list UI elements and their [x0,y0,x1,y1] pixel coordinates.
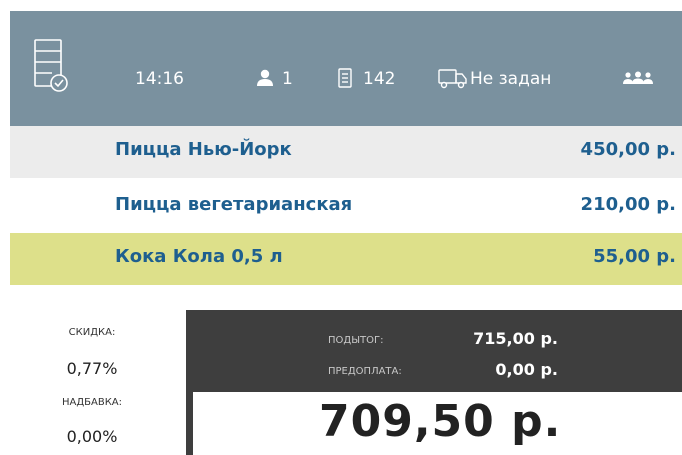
guest-count[interactable]: 1 [282,68,293,90]
item-name: Кока Кола 0,5 л [115,246,283,267]
subtotal-value: 715,00 р. [473,329,558,348]
surcharge-value[interactable]: 0,00% [10,427,174,446]
discount-panel[interactable]: СКИДКА: 0,77% НАДБАВКА: 0,00% [10,317,186,455]
discount-label: СКИДКА: [68,327,116,338]
subtotal-label: ПОДЫТОГ: [328,335,384,346]
item-price: 450,00 р. [580,139,676,160]
list-item-selected[interactable]: Кока Кола 0,5 л 55,00 р. [10,233,682,285]
item-price: 210,00 р. [580,194,676,215]
total-amount: 709,50 р. [319,396,562,447]
prepayment-value: 0,00 р. [495,360,558,379]
item-name: Пицца Нью-Йорк [115,139,292,160]
order-check-icon[interactable] [34,39,68,93]
total-box: 709,50 р. [193,392,682,455]
surcharge-label: НАДБАВКА: [61,397,123,408]
receipt-icon [338,68,352,88]
item-price: 55,00 р. [593,246,676,267]
order-number: 142 [363,69,396,89]
time-label: 14:16 [135,69,184,89]
list-item[interactable]: Пицца вегетарианская 210,00 р. [10,181,682,233]
group-icon[interactable] [623,71,653,85]
order-header: 14:16 1 142 Не задан [10,11,682,126]
item-name: Пицца вегетарианская [115,194,353,215]
person-icon [257,69,273,86]
truck-icon [438,69,467,89]
delivery-status[interactable]: Не задан [470,68,551,90]
discount-value[interactable]: 0,77% [10,359,174,378]
prepayment-label: ПРЕДОПЛАТА: [328,366,402,377]
list-item[interactable]: Пицца Нью-Йорк 450,00 р. [10,126,682,178]
